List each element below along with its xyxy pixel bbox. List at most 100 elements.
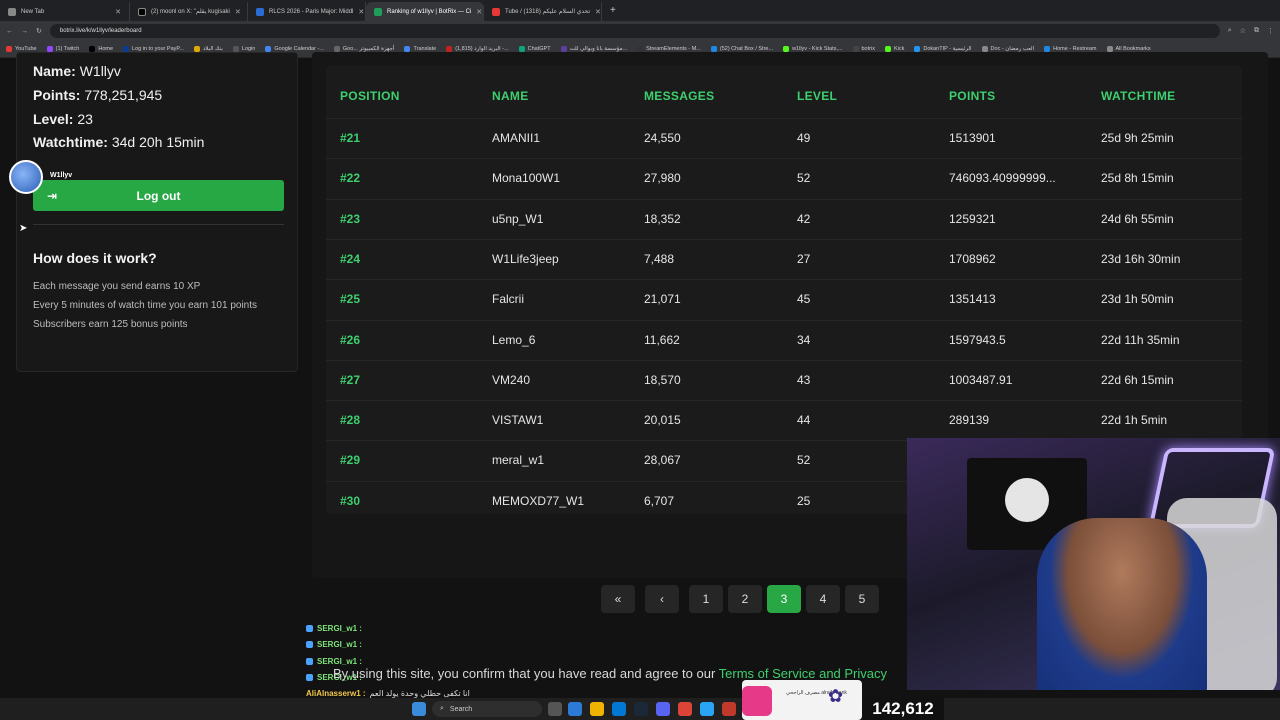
page-button-4[interactable]: 4	[806, 585, 840, 613]
cell-level: 25	[797, 493, 811, 508]
chat-line: SERGI_w1 :	[306, 657, 366, 666]
column-header-watchtime[interactable]: WATCHTIME	[1101, 89, 1175, 103]
browser-tab[interactable]: RLCS 2026 - Paris Major: Middl ✕	[248, 2, 366, 21]
how-line: Each message you send earns 10 XP	[33, 281, 201, 292]
terms-link[interactable]: Terms of Service and Privacy	[719, 666, 887, 681]
cell-messages: 20,015	[644, 413, 681, 428]
cell-name: MEMOXD77_W1	[492, 493, 585, 508]
column-header-position[interactable]: POSITION	[340, 89, 400, 103]
cell-messages: 27,980	[644, 171, 681, 186]
chrome-icon[interactable]	[678, 702, 692, 716]
cell-level: 43	[797, 372, 811, 387]
cell-level: 44	[797, 413, 811, 428]
browser-tab[interactable]: (2) moonl on X: "يقلم kugisaki ✕	[130, 2, 248, 21]
cell-points: 1513901	[949, 131, 996, 145]
tab-close-icon[interactable]: ✕	[235, 8, 241, 16]
table-row: #24 W1Life3jeep 7,488 27 1708962 23d 16h 30mi…	[326, 238, 1242, 279]
store-icon[interactable]	[612, 702, 626, 716]
column-header-messages[interactable]: MESSAGES	[644, 89, 714, 103]
tab-favicon-icon	[256, 7, 264, 16]
cell-messages: 7,488	[644, 251, 675, 266]
cell-position: #27	[340, 372, 361, 387]
cell-watchtime: 23d 1h 50min	[1101, 292, 1174, 307]
forward-icon[interactable]: →	[21, 28, 28, 35]
cell-watchtime: 22d 6h 15min	[1101, 372, 1174, 387]
profile-watchtime: Watchtime: 34d 20h 15min	[33, 134, 205, 150]
chat-badge-icon	[306, 658, 313, 665]
column-header-points[interactable]: POINTS	[949, 89, 995, 103]
cell-position: #22	[340, 171, 361, 186]
cell-points: 1597943.5	[949, 332, 1006, 347]
zoom-icon[interactable]: ⌕	[1228, 27, 1232, 35]
extensions-icon[interactable]: ⧉	[1254, 27, 1259, 35]
tab-favicon-icon	[492, 7, 500, 16]
back-icon[interactable]: ←	[6, 28, 13, 35]
cell-messages: 28,067	[644, 453, 681, 468]
cell-position: #21	[340, 131, 361, 145]
table-row: #22 Mona100W1 27,980 52 746093.40999999... 25…	[326, 158, 1242, 198]
start-icon[interactable]	[412, 702, 426, 716]
browser-tab[interactable]: Tube / تحدي السلام عليكم (1318) ✕	[484, 2, 602, 21]
reload-icon[interactable]: ↻	[36, 27, 42, 35]
how-line: Subscribers earn 125 bonus points	[33, 319, 188, 330]
tab-close-icon[interactable]: ✕	[476, 8, 482, 16]
chat-badge-icon	[306, 641, 313, 648]
sponsor-banner: مصرف الراجحي alrajhi bank ✿	[742, 680, 862, 720]
cell-position: #23	[340, 211, 361, 226]
new-tab-icon[interactable]: +	[610, 5, 616, 16]
webcam-overlay	[907, 438, 1280, 690]
cell-messages: 6,707	[644, 493, 675, 508]
discord-icon[interactable]	[656, 702, 670, 716]
cell-level: 27	[797, 251, 811, 266]
page-button-2[interactable]: 2	[728, 585, 762, 613]
cell-position: #25	[340, 292, 361, 307]
page-button-3-current[interactable]: 3	[767, 585, 801, 613]
cell-points: 289139	[949, 413, 990, 428]
streamer-avatar	[9, 160, 43, 194]
profile-panel: Name: W1llyv Points: 778,251,945 Level: …	[16, 52, 298, 372]
cell-points: 1708962	[949, 251, 996, 266]
cell-name: Mona100W1	[492, 171, 561, 186]
edge-icon[interactable]	[568, 702, 582, 716]
cell-level: 49	[797, 131, 811, 145]
bookmark-favicon-icon	[6, 46, 12, 52]
app-icon[interactable]	[722, 702, 736, 716]
table-row: #21 AMANII1 24,550 49 1513901 25d 9h 25min	[326, 118, 1242, 158]
url-field[interactable]: botrix.live/k/w1llyv/leaderboard	[49, 24, 1220, 38]
search-icon: ⌕	[440, 705, 444, 712]
steam-icon[interactable]	[634, 702, 648, 716]
cell-name: Lemo_6	[492, 332, 536, 347]
browser-tab-active[interactable]: Ranking of w1llyv | BotRix — Ci ✕	[366, 2, 484, 21]
logout-button[interactable]: ⇥ Log out	[33, 180, 284, 211]
app-icon[interactable]	[700, 702, 714, 716]
menu-icon[interactable]: ⋮	[1267, 27, 1274, 35]
cell-name: VM240	[492, 372, 531, 387]
column-header-level[interactable]: LEVEL	[797, 89, 837, 103]
cell-name: meral_w1	[492, 453, 545, 468]
table-row: #26 Lemo_6 11,662 34 1597943.5 22d 11h 35min	[326, 319, 1242, 360]
logout-icon: ⇥	[47, 188, 58, 203]
column-header-name[interactable]: NAME	[492, 89, 529, 103]
cell-level: 45	[797, 292, 811, 307]
cell-messages: 24,550	[644, 131, 681, 145]
browser-tab-bar: New Tab ✕ (2) moonl on X: "يقلم kugisaki…	[0, 0, 1280, 21]
tab-close-icon[interactable]: ✕	[595, 8, 601, 16]
task-view-icon[interactable]	[548, 702, 562, 716]
tab-close-icon[interactable]: ✕	[358, 8, 364, 16]
browser-tab[interactable]: New Tab ✕	[0, 2, 130, 21]
page-button-1[interactable]: 1	[689, 585, 723, 613]
tab-close-icon[interactable]: ✕	[115, 8, 121, 16]
file-explorer-icon[interactable]	[590, 702, 604, 716]
page-button-5[interactable]: 5	[845, 585, 879, 613]
profile-level: Level: 23	[33, 111, 93, 127]
cell-watchtime: 25d 8h 15min	[1101, 171, 1174, 186]
tab-favicon-icon	[8, 7, 16, 16]
streamer-avatar-name: W1llyv	[50, 172, 73, 179]
cell-watchtime: 24d 6h 55min	[1101, 211, 1174, 226]
prev-page-button[interactable]: ‹	[645, 585, 679, 613]
bookmark-star-icon[interactable]: ☆	[1240, 27, 1246, 35]
taskbar-search[interactable]: ⌕ Search	[432, 701, 542, 717]
first-page-button[interactable]: «	[601, 585, 635, 613]
sponsor-logo	[742, 686, 772, 716]
cell-points: 1259321	[949, 211, 996, 226]
